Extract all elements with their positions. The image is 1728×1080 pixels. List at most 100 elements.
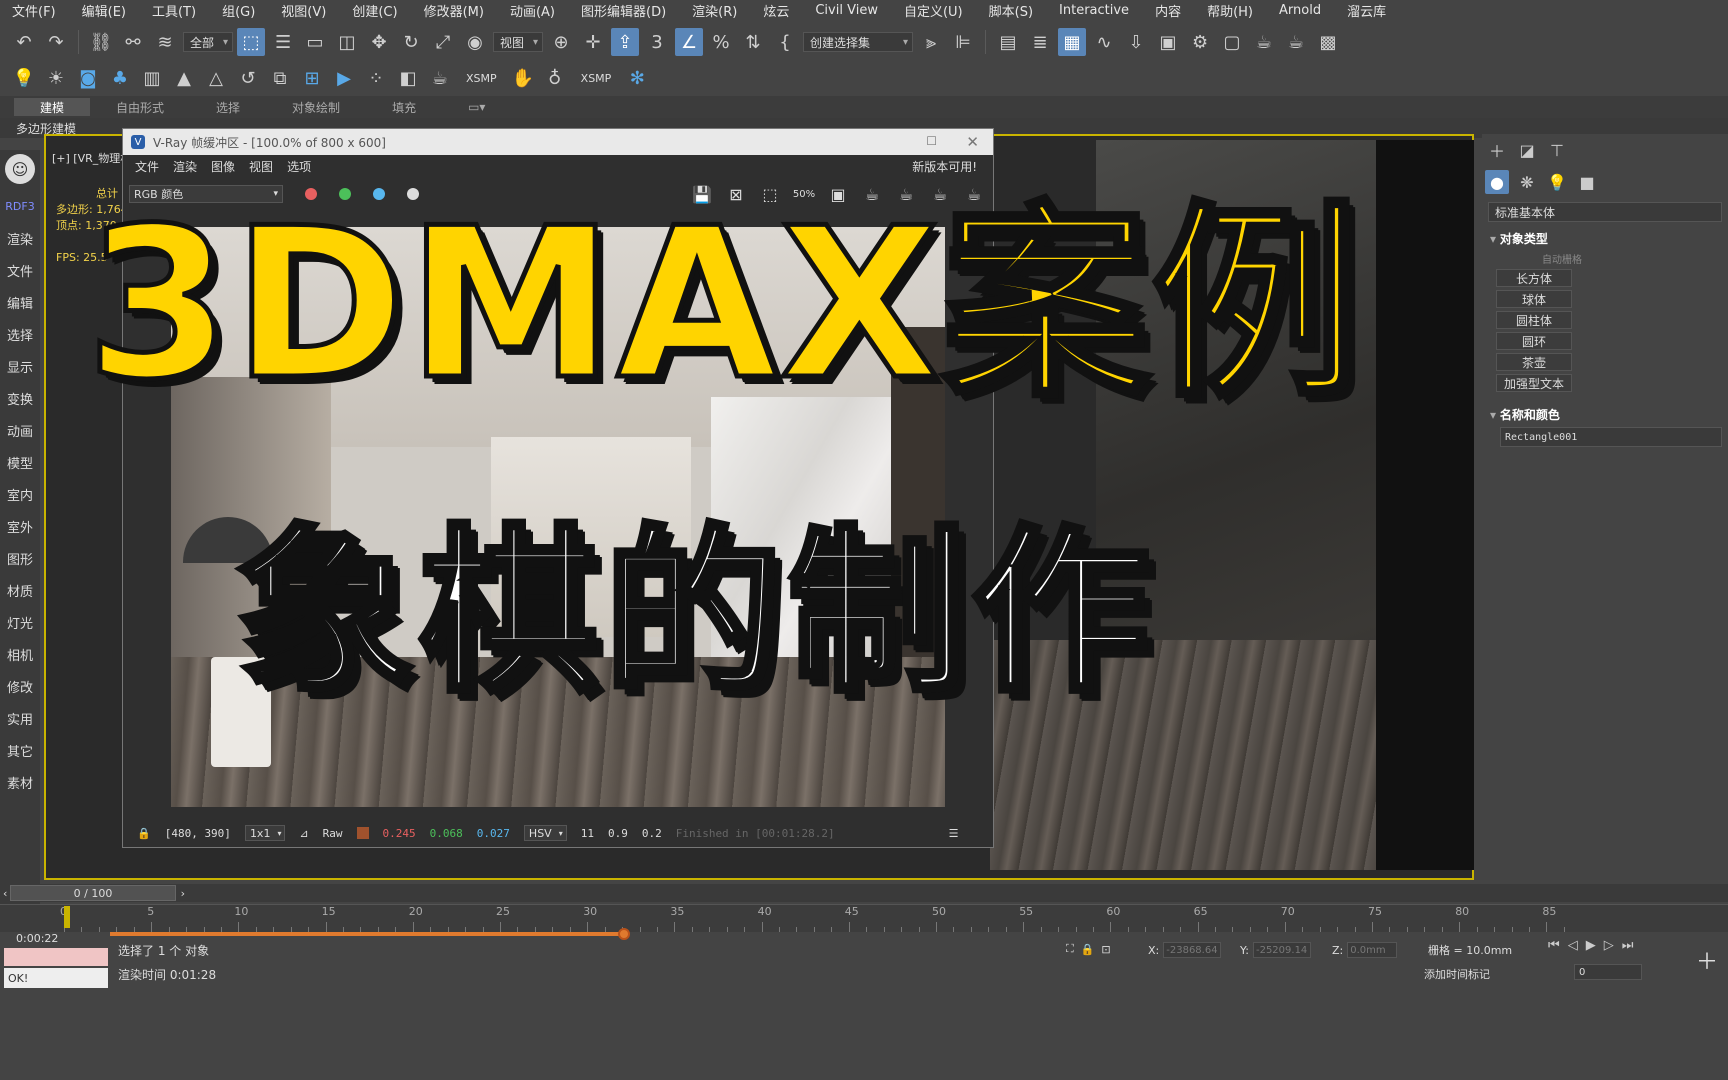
- menu-help[interactable]: 帮助(H): [1195, 1, 1267, 20]
- color-mode-dropdown[interactable]: HSV: [523, 825, 567, 841]
- ribbon-options-icon[interactable]: ▭▾: [442, 98, 511, 116]
- tab-modeling[interactable]: 建模: [14, 98, 91, 116]
- menu-create[interactable]: 创建(C): [340, 1, 411, 20]
- refresh-icon[interactable]: ↺: [234, 64, 262, 92]
- track-bar[interactable]: 0510152025303540455055606570758085: [0, 904, 1728, 932]
- vfb-menu-view[interactable]: 视图: [249, 158, 273, 175]
- rendered-frame-window-icon[interactable]: ▢: [1218, 28, 1246, 56]
- pine-icon[interactable]: ▲: [170, 64, 198, 92]
- primitive-type-dropdown[interactable]: 标准基本体: [1488, 202, 1722, 222]
- next-frame-icon[interactable]: ›: [181, 887, 185, 900]
- menu-civil-view[interactable]: Civil View: [803, 3, 892, 18]
- box-button[interactable]: 长方体: [1496, 269, 1572, 287]
- spinner-snap-icon[interactable]: ⇅: [739, 28, 767, 56]
- object-name-field[interactable]: Rectangle001: [1500, 427, 1722, 447]
- light-icon[interactable]: 💡: [10, 64, 38, 92]
- angle-snap-icon[interactable]: ∠: [675, 28, 704, 56]
- menu-graph-editors[interactable]: 图形编辑器(D): [569, 1, 680, 20]
- ribbon-toggle-icon[interactable]: ▦: [1058, 28, 1087, 56]
- text-plus-button[interactable]: 加强型文本: [1496, 374, 1572, 392]
- menu-modifiers[interactable]: 修改器(M): [412, 1, 498, 20]
- keyframe-marker[interactable]: [64, 906, 70, 928]
- percent-snap-icon[interactable]: %: [707, 28, 735, 56]
- name-color-header[interactable]: 名称和颜色: [1490, 406, 1728, 423]
- curve-editor-icon[interactable]: ∿: [1090, 28, 1118, 56]
- sidebar-item-edit[interactable]: 编辑: [0, 286, 40, 318]
- z-field[interactable]: 0.0mm: [1347, 942, 1398, 958]
- maxscript-listener[interactable]: [4, 948, 108, 966]
- sidebar-item-assets[interactable]: 素材: [0, 766, 40, 798]
- menu-view[interactable]: 视图(V): [269, 1, 340, 20]
- bind-space-warp-icon[interactable]: ≋: [151, 28, 179, 56]
- align-icon[interactable]: ⊫: [949, 28, 977, 56]
- tab-object-paint[interactable]: 对象绘制: [266, 98, 366, 116]
- go-to-start-icon[interactable]: ⏮: [1548, 938, 1560, 953]
- rectangular-selection-icon[interactable]: ▭: [301, 28, 329, 56]
- viewport-label[interactable]: [+] [VR_物理相: [52, 150, 131, 166]
- film-icon[interactable]: ▶: [330, 64, 358, 92]
- time-slider[interactable]: ‹ 0 / 100 ›: [0, 884, 1728, 902]
- menu-customize[interactable]: 自定义(U): [892, 1, 977, 20]
- network-icon[interactable]: ✻: [623, 64, 651, 92]
- render-online-icon[interactable]: ▩: [1314, 28, 1342, 56]
- menu-rendering[interactable]: 渲染(R): [680, 1, 751, 20]
- sun-icon[interactable]: ☀: [42, 64, 70, 92]
- close-icon[interactable]: ✕: [966, 133, 979, 151]
- vfb-menu-render[interactable]: 渲染: [173, 158, 197, 175]
- menu-animation[interactable]: 动画(A): [498, 1, 569, 20]
- sidebar-item-display[interactable]: 显示: [0, 350, 40, 382]
- vfb-menu-options[interactable]: 选项: [287, 158, 311, 175]
- copy-icon[interactable]: ⧉: [266, 64, 294, 92]
- sidebar-item-render[interactable]: 渲染: [0, 222, 40, 254]
- lights-icon[interactable]: 💡: [1545, 170, 1569, 194]
- sphere-button[interactable]: 球体: [1496, 290, 1572, 308]
- xsmp-label-2[interactable]: XSMP: [573, 72, 620, 85]
- x-field[interactable]: -23868.64: [1163, 942, 1222, 958]
- rotate-icon[interactable]: ↻: [397, 28, 425, 56]
- book-icon[interactable]: ▥: [138, 64, 166, 92]
- camera-icon[interactable]: ◙: [74, 64, 102, 92]
- selection-filter-dropdown[interactable]: 全部: [183, 32, 234, 52]
- render-iterative-icon[interactable]: ☕: [1282, 28, 1310, 56]
- geometry-icon[interactable]: ●: [1485, 170, 1509, 194]
- vfb-menu-image[interactable]: 图像: [211, 158, 235, 175]
- maxscript-output[interactable]: OK!: [4, 968, 108, 988]
- menu-liuyunku[interactable]: 溜云库: [1335, 1, 1400, 20]
- schematic-view-icon[interactable]: ⇩: [1122, 28, 1150, 56]
- isolate-icon[interactable]: ⛶: [1066, 942, 1074, 956]
- absolute-mode-icon[interactable]: ⊡: [1101, 943, 1110, 956]
- move-icon[interactable]: ✥: [365, 28, 393, 56]
- menu-interactive[interactable]: Interactive: [1047, 3, 1143, 18]
- tree-icon[interactable]: ♣: [106, 64, 134, 92]
- previous-frame-icon[interactable]: ◁: [1568, 938, 1578, 953]
- sidebar-item-modify[interactable]: 修改: [0, 670, 40, 702]
- history-icon[interactable]: ☰: [949, 827, 959, 840]
- sidebar-item-light[interactable]: 灯光: [0, 606, 40, 638]
- menu-edit[interactable]: 编辑(E): [70, 1, 140, 20]
- select-by-name-icon[interactable]: ☰: [269, 28, 297, 56]
- sidebar-item-transform[interactable]: 变换: [0, 382, 40, 414]
- menu-arnold[interactable]: Arnold: [1267, 3, 1335, 18]
- menu-file[interactable]: 文件(F): [0, 1, 70, 20]
- menu-content[interactable]: 内容: [1143, 1, 1195, 20]
- sidebar-item-select[interactable]: 选择: [0, 318, 40, 350]
- render-production-icon[interactable]: ☕: [1250, 28, 1278, 56]
- teapot-icon[interactable]: ☕: [426, 64, 454, 92]
- undo-icon[interactable]: ↶: [10, 28, 38, 56]
- frame-icon[interactable]: ◧: [394, 64, 422, 92]
- material-editor-icon[interactable]: ▣: [1154, 28, 1182, 56]
- color-picker-icon[interactable]: ⊿: [299, 827, 308, 840]
- tab-selection[interactable]: 选择: [190, 98, 266, 116]
- sidebar-item-utility[interactable]: 实用: [0, 702, 40, 734]
- menu-group[interactable]: 组(G): [210, 1, 269, 20]
- vfb-menu-file[interactable]: 文件: [135, 158, 159, 175]
- cylinder-button[interactable]: 圆柱体: [1496, 311, 1572, 329]
- xsmp-label-1[interactable]: XSMP: [458, 72, 505, 85]
- window-crossing-icon[interactable]: ◫: [333, 28, 361, 56]
- teapot-button[interactable]: 茶壶: [1496, 353, 1572, 371]
- link-icon[interactable]: ⛓: [87, 28, 115, 56]
- sidebar-item-other[interactable]: 其它: [0, 734, 40, 766]
- reference-coordinate-dropdown[interactable]: 视图: [493, 32, 544, 52]
- object-type-header[interactable]: 对象类型: [1490, 230, 1728, 247]
- play-icon[interactable]: ▶: [1586, 938, 1596, 953]
